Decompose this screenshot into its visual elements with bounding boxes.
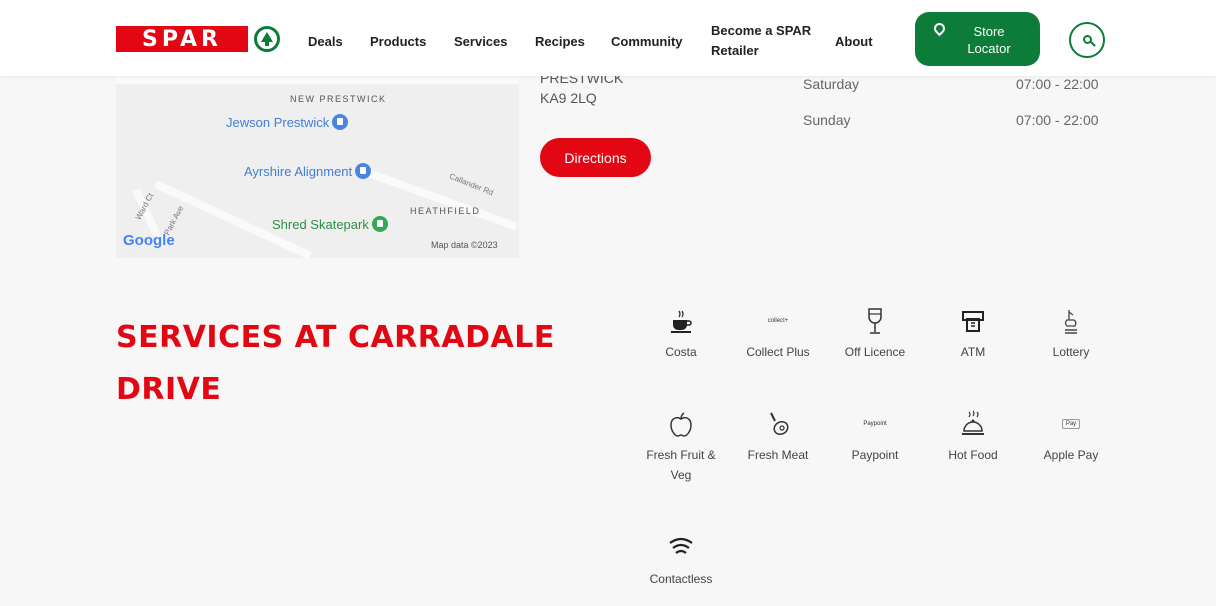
service-atm: ATM <box>938 306 1008 362</box>
nav-deals[interactable]: Deals <box>308 34 343 49</box>
map-place-jewson[interactable]: Jewson Prestwick <box>226 114 349 130</box>
atm-icon <box>958 306 988 336</box>
google-logo: Google <box>123 232 175 249</box>
nav-products[interactable]: Products <box>370 34 426 49</box>
spar-logo[interactable]: SPAR <box>116 26 282 52</box>
directions-button[interactable]: Directions <box>540 138 651 177</box>
nav-community[interactable]: Community <box>611 34 683 49</box>
shop-pin-icon <box>332 114 349 130</box>
services-heading: SERVICES AT CARRADALE DRIVE <box>116 320 555 407</box>
service-off-licence: Off Licence <box>840 306 910 362</box>
hours-time-sunday: 07:00 - 22:00 <box>1016 112 1099 128</box>
store-locator-line1: Store <box>973 24 1005 39</box>
collect-plus-icon: collect+ <box>767 318 789 324</box>
map-place-skatepark[interactable]: Shred Skatepark <box>272 216 388 232</box>
hot-food-icon <box>958 409 988 439</box>
apple-icon <box>666 409 696 439</box>
shop-pin-icon <box>355 163 372 179</box>
service-apple-pay: Pay Apple Pay <box>1036 409 1106 465</box>
meat-icon <box>763 409 793 439</box>
service-fresh-meat: Fresh Meat <box>743 409 813 465</box>
search-button[interactable] <box>1069 22 1105 58</box>
spar-logo-text: SPAR <box>116 26 248 52</box>
hours-day-sunday: Sunday <box>803 112 851 128</box>
nav-services[interactable]: Services <box>454 34 508 49</box>
nav-about[interactable]: About <box>835 34 873 49</box>
service-hot-food: Hot Food <box>938 409 1008 465</box>
location-pin-icon <box>931 20 948 37</box>
nav-become-line2: Retailer <box>711 43 759 58</box>
nav-become-retailer[interactable]: Become a SPAR Retailer <box>711 21 811 61</box>
map-area-new-prestwick: NEW PRESTWICK <box>290 94 387 104</box>
site-header: SPAR Deals Products Services Recipes Com… <box>0 0 1216 76</box>
lottery-icon <box>1056 306 1086 336</box>
service-collect-plus: collect+ Collect Plus <box>743 306 813 362</box>
service-contactless: Contactless <box>646 533 716 589</box>
hours-time-saturday: 07:00 - 22:00 <box>1016 76 1099 92</box>
hours-day-saturday: Saturday <box>803 76 860 92</box>
map-attribution: Map data ©2023 <box>431 240 498 250</box>
address-postcode: KA9 2LQ <box>540 90 597 106</box>
paypoint-icon: Paypoint <box>863 421 887 427</box>
wine-glass-icon <box>860 306 890 336</box>
service-lottery: Lottery <box>1036 306 1106 362</box>
nav-become-line1: Become a SPAR <box>711 23 812 38</box>
contactless-icon <box>666 533 696 563</box>
street-callander: Callander Rd <box>448 171 495 198</box>
map-place-ayrshire[interactable]: Ayrshire Alignment <box>244 163 372 179</box>
store-locator-line2: Locator <box>967 41 1011 56</box>
service-paypoint: Paypoint Paypoint <box>840 409 910 465</box>
park-pin-icon <box>371 216 388 232</box>
store-locator-button[interactable]: Store Locator <box>915 12 1040 66</box>
service-fresh-fruit-veg: Fresh Fruit & Veg <box>646 409 716 485</box>
map-area-heathfield: HEATHFIELD <box>410 206 481 216</box>
store-map[interactable]: NEW PRESTWICK HEATHFIELD Jewson Prestwic… <box>116 76 519 258</box>
spar-tree-icon <box>254 26 280 52</box>
service-costa: Costa <box>646 306 716 362</box>
apple-pay-icon: Pay <box>1056 409 1086 439</box>
nav-recipes[interactable]: Recipes <box>535 34 585 49</box>
coffee-cup-icon <box>666 306 696 336</box>
